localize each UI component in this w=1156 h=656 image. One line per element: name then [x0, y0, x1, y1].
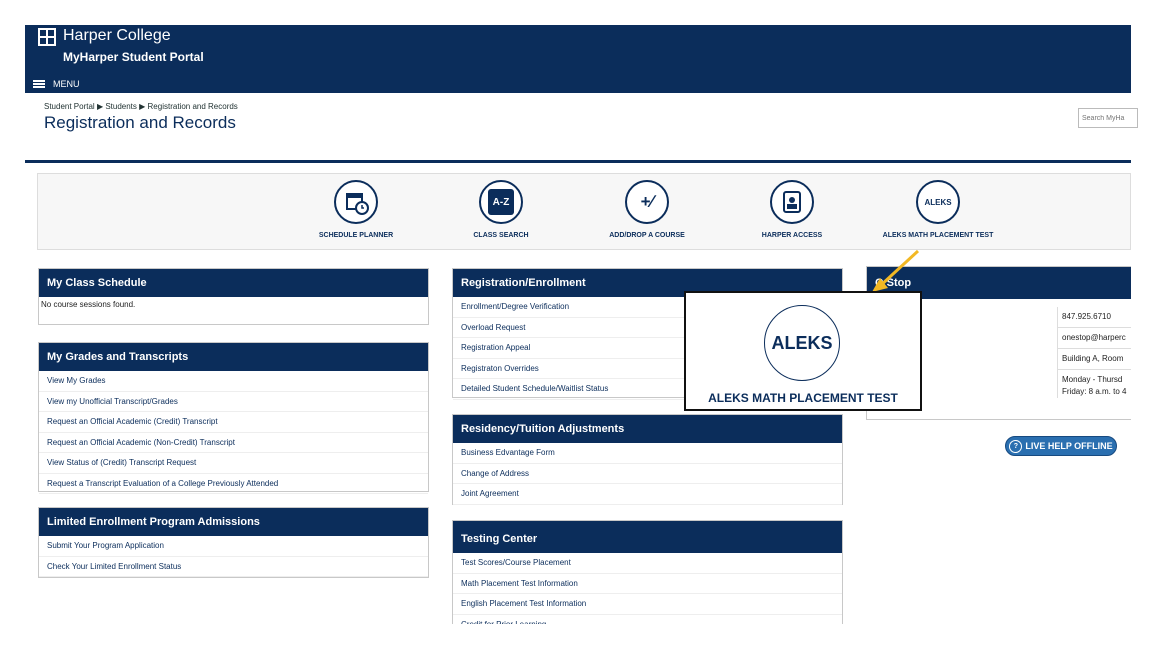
link-joint-agreement[interactable]: Joint Agreement [453, 484, 842, 505]
breadcrumb-separator-icon: ▶ [139, 102, 146, 111]
aleks-large-icon: ALEKS [764, 305, 840, 381]
schedule-planner-label: SCHEDULE PLANNER [318, 232, 394, 239]
onestop-hours-1: Monday - Thursd [1062, 375, 1123, 384]
quick-action-schedule-planner[interactable]: SCHEDULE PLANNER [286, 180, 426, 239]
site-header: Harper College MyHarper Student Portal M… [25, 25, 1131, 93]
link-official-noncredit-transcript[interactable]: Request an Official Academic (Non-Credit… [39, 433, 428, 453]
testing-title: Testing Center [453, 521, 842, 553]
limited-enrollment-panel: Limited Enrollment Program Admissions Su… [38, 507, 429, 578]
onestop-location: Building A, Room [1058, 349, 1131, 370]
aleks-zoom-callout[interactable]: ALEKS ALEKS MATH PLACEMENT TEST [684, 291, 922, 411]
hamburger-menu-icon[interactable] [33, 80, 45, 88]
link-change-address[interactable]: Change of Address [453, 464, 842, 484]
link-business-edvantage[interactable]: Business Edvantage Form [453, 443, 842, 464]
breadcrumb-student-portal[interactable]: Student Portal [44, 102, 95, 111]
class-schedule-title: My Class Schedule [39, 269, 428, 297]
limited-enrollment-title: Limited Enrollment Program Admissions [39, 508, 428, 536]
header-divider [25, 160, 1131, 163]
residency-title: Residency/Tuition Adjustments [453, 415, 842, 443]
aleks-label: ALEKS MATH PLACEMENT TEST [882, 232, 994, 239]
harper-access-label: HARPER ACCESS [761, 232, 823, 239]
onestop-hours-2: Friday: 8 a.m. to 4 [1062, 387, 1127, 396]
link-credit-prior-learning[interactable]: Credit for Prior Learning [453, 615, 842, 625]
link-unofficial-transcript[interactable]: View my Unofficial Transcript/Grades [39, 392, 428, 412]
link-official-credit-transcript[interactable]: Request an Official Academic (Credit) Tr… [39, 412, 428, 433]
class-schedule-panel: My Class Schedule No course sessions fou… [38, 268, 429, 325]
live-help-button[interactable]: ? LIVE HELP OFFLINE [1005, 436, 1117, 456]
quick-action-add-drop[interactable]: +∕ ADD/DROP A COURSE [577, 180, 717, 239]
harper-logo-icon[interactable] [38, 28, 56, 46]
calendar-clock-icon [334, 180, 378, 224]
onestop-phone: 847.925.6710 [1058, 307, 1131, 328]
plus-minus-icon: +∕ [625, 180, 669, 224]
link-check-status[interactable]: Check Your Limited Enrollment Status [39, 557, 428, 577]
portal-name[interactable]: MyHarper Student Portal [63, 50, 204, 64]
breadcrumb: Student Portal ▶ Students ▶ Registration… [44, 102, 238, 111]
live-help-label: LIVE HELP OFFLINE [1025, 441, 1113, 451]
college-name[interactable]: Harper College [63, 27, 171, 45]
link-transcript-status[interactable]: View Status of (Credit) Transcript Reque… [39, 453, 428, 474]
callout-arrow-icon [872, 249, 920, 292]
testing-panel: Testing Center Test Scores/Course Placem… [452, 520, 843, 624]
quick-action-harper-access[interactable]: HARPER ACCESS [722, 180, 862, 239]
link-math-placement[interactable]: Math Placement Test Information [453, 574, 842, 594]
badge-icon [770, 180, 814, 224]
page-title: Registration and Records [44, 113, 236, 132]
aleks-callout-label: ALEKS MATH PLACEMENT TEST [708, 391, 898, 405]
menu-button[interactable]: MENU [53, 79, 80, 89]
breadcrumb-registration[interactable]: Registration and Records [148, 102, 238, 111]
grades-panel: My Grades and Transcripts View My Grades… [38, 342, 429, 494]
grades-title: My Grades and Transcripts [39, 343, 428, 371]
menu-bar [25, 72, 1131, 93]
link-view-grades[interactable]: View My Grades [39, 371, 428, 392]
onestop-email[interactable]: onestop@harperc [1058, 328, 1131, 349]
breadcrumb-students[interactable]: Students [105, 102, 137, 111]
a-z-book-icon: A-Z [479, 180, 523, 224]
link-transcript-evaluation[interactable]: Request a Transcript Evaluation of a Col… [39, 474, 428, 494]
quick-action-aleks[interactable]: ALEKS ALEKS MATH PLACEMENT TEST [868, 180, 1008, 239]
search-input[interactable] [1078, 108, 1138, 128]
class-search-label: CLASS SEARCH [473, 232, 529, 239]
aleks-icon: ALEKS [916, 180, 960, 224]
no-sessions-text: No course sessions found. [41, 300, 136, 309]
residency-panel: Residency/Tuition Adjustments Business E… [452, 414, 843, 505]
quick-action-class-search[interactable]: A-Z CLASS SEARCH [431, 180, 571, 239]
link-submit-application[interactable]: Submit Your Program Application [39, 536, 428, 557]
add-drop-label: ADD/DROP A COURSE [609, 232, 685, 239]
breadcrumb-separator-icon: ▶ [96, 102, 104, 111]
link-test-scores[interactable]: Test Scores/Course Placement [453, 553, 842, 574]
link-english-placement[interactable]: English Placement Test Information [453, 594, 842, 615]
help-icon: ? [1009, 439, 1023, 453]
